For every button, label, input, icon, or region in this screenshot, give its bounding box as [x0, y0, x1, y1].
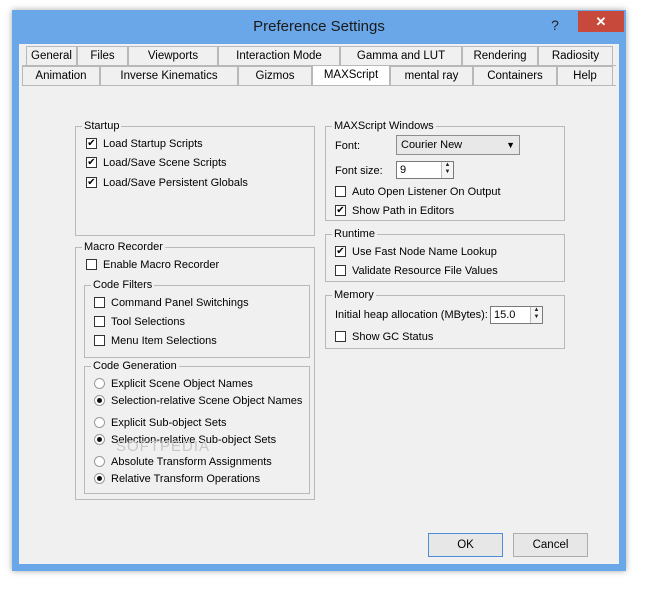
window-title: Preference Settings	[253, 18, 385, 35]
close-button[interactable]: ✕	[578, 11, 624, 32]
tab-inverse-kinematics[interactable]: Inverse Kinematics	[100, 66, 238, 85]
radio-dot[interactable]	[94, 377, 105, 389]
tab-mental-ray[interactable]: mental ray	[390, 66, 473, 85]
ok-button[interactable]: OK	[428, 533, 503, 557]
checkbox-box[interactable]	[86, 258, 97, 270]
font-label: Font:	[335, 140, 361, 152]
help-button[interactable]: ?	[542, 15, 568, 35]
dialog-client: General Files Viewports Interaction Mode…	[19, 44, 619, 564]
menu-item-selections-checkbox[interactable]: Menu Item Selections	[94, 333, 217, 349]
tab-radiosity[interactable]: Radiosity	[538, 46, 613, 65]
cancel-button[interactable]: Cancel	[513, 533, 588, 557]
tab-animation[interactable]: Animation	[22, 66, 100, 85]
spinner-arrows-icon[interactable]: ▲ ▼	[441, 162, 453, 178]
tab-gamma-and-lut[interactable]: Gamma and LUT	[340, 46, 462, 65]
code-filters-legend: Code Filters	[91, 278, 155, 292]
tool-selections-checkbox[interactable]: Tool Selections	[94, 314, 185, 330]
relative-transform-operations-radio[interactable]: Relative Transform Operations	[94, 471, 260, 487]
checkbox-box[interactable]: ✔	[86, 176, 97, 188]
chevron-down-icon: ▼	[506, 140, 515, 150]
tab-containers[interactable]: Containers	[473, 66, 557, 85]
tab-gizmos[interactable]: Gizmos	[238, 66, 312, 85]
macro-recorder-group: Macro Recorder Enable Macro Recorder Cod…	[75, 240, 315, 500]
heap-allocation-label: Initial heap allocation (MBytes):	[335, 309, 488, 321]
heap-allocation-spinner[interactable]: 15.0 ▲ ▼	[490, 306, 543, 324]
radio-dot[interactable]	[94, 472, 105, 484]
checkbox-box[interactable]	[335, 264, 346, 276]
font-size-spinner[interactable]: 9 ▲ ▼	[396, 161, 454, 179]
checkbox-box[interactable]	[335, 185, 346, 197]
radio-dot[interactable]	[94, 416, 105, 428]
runtime-group: Runtime ✔ Use Fast Node Name Lookup Valid…	[325, 227, 565, 282]
maxscript-windows-group: MAXScript Windows Font: Courier New ▼ Fo…	[325, 119, 565, 221]
checkbox-box[interactable]: ✔	[335, 204, 346, 216]
startup-legend: Startup	[82, 119, 122, 133]
tab-general[interactable]: General	[26, 46, 77, 65]
tab-help[interactable]: Help	[557, 66, 613, 85]
load-save-scene-scripts-checkbox[interactable]: ✔ Load/Save Scene Scripts	[86, 155, 227, 171]
macro-recorder-legend: Macro Recorder	[82, 240, 165, 254]
radio-dot[interactable]	[94, 433, 105, 445]
code-generation-group: Code Generation Explicit Scene Object Na…	[84, 359, 310, 494]
show-path-in-editors-checkbox[interactable]: ✔ Show Path in Editors	[335, 203, 454, 219]
tab-maxscript[interactable]: MAXScript	[312, 65, 390, 86]
radio-dot[interactable]	[94, 394, 105, 406]
font-size-label: Font size:	[335, 165, 383, 177]
preference-settings-window: Preference Settings ? ✕ General Files Vi…	[12, 10, 626, 571]
checkbox-box[interactable]: ✔	[86, 156, 97, 168]
tab-viewports[interactable]: Viewports	[128, 46, 218, 65]
validate-resource-file-values-checkbox[interactable]: Validate Resource File Values	[335, 263, 498, 279]
softpedia-watermark: SOFTPEDIA	[116, 438, 211, 455]
enable-macro-recorder-checkbox[interactable]: Enable Macro Recorder	[86, 257, 219, 273]
checkbox-box[interactable]: ✔	[335, 245, 346, 257]
selection-relative-scene-object-names-radio[interactable]: Selection-relative Scene Object Names	[94, 393, 302, 409]
command-panel-switchings-checkbox[interactable]: Command Panel Switchings	[94, 295, 249, 311]
tab-panel-top-border	[22, 85, 616, 86]
title-bar[interactable]: Preference Settings ? ✕	[12, 10, 626, 44]
memory-legend: Memory	[332, 288, 376, 302]
checkbox-box[interactable]: ✔	[86, 137, 97, 149]
use-fast-node-name-lookup-checkbox[interactable]: ✔ Use Fast Node Name Lookup	[335, 244, 497, 260]
code-generation-legend: Code Generation	[91, 359, 179, 373]
explicit-scene-object-names-radio[interactable]: Explicit Scene Object Names	[94, 376, 253, 392]
maxscript-windows-legend: MAXScript Windows	[332, 119, 436, 133]
checkbox-box[interactable]	[94, 315, 105, 327]
tab-rendering[interactable]: Rendering	[462, 46, 538, 65]
radio-dot[interactable]	[94, 455, 105, 467]
auto-open-listener-checkbox[interactable]: Auto Open Listener On Output	[335, 184, 501, 200]
tab-files[interactable]: Files	[77, 46, 128, 65]
show-gc-status-checkbox[interactable]: Show GC Status	[335, 329, 433, 345]
font-select[interactable]: Courier New ▼	[396, 135, 520, 155]
absolute-transform-assignments-radio[interactable]: Absolute Transform Assignments	[94, 454, 272, 470]
explicit-sub-object-sets-radio[interactable]: Explicit Sub-object Sets	[94, 415, 227, 431]
checkbox-box[interactable]	[94, 296, 105, 308]
tab-interaction-mode[interactable]: Interaction Mode	[218, 46, 340, 65]
checkbox-box[interactable]	[94, 334, 105, 346]
spinner-arrows-icon[interactable]: ▲ ▼	[530, 307, 542, 323]
memory-group: Memory Initial heap allocation (MBytes):…	[325, 288, 565, 349]
load-startup-scripts-checkbox[interactable]: ✔ Load Startup Scripts	[86, 136, 203, 152]
code-filters-group: Code Filters Command Panel Switchings To…	[84, 278, 310, 358]
load-save-persistent-globals-checkbox[interactable]: ✔ Load/Save Persistent Globals	[86, 175, 248, 191]
runtime-legend: Runtime	[332, 227, 377, 241]
startup-group: Startup ✔ Load Startup Scripts ✔ Load/Save…	[75, 119, 315, 236]
checkbox-box[interactable]	[335, 330, 346, 342]
